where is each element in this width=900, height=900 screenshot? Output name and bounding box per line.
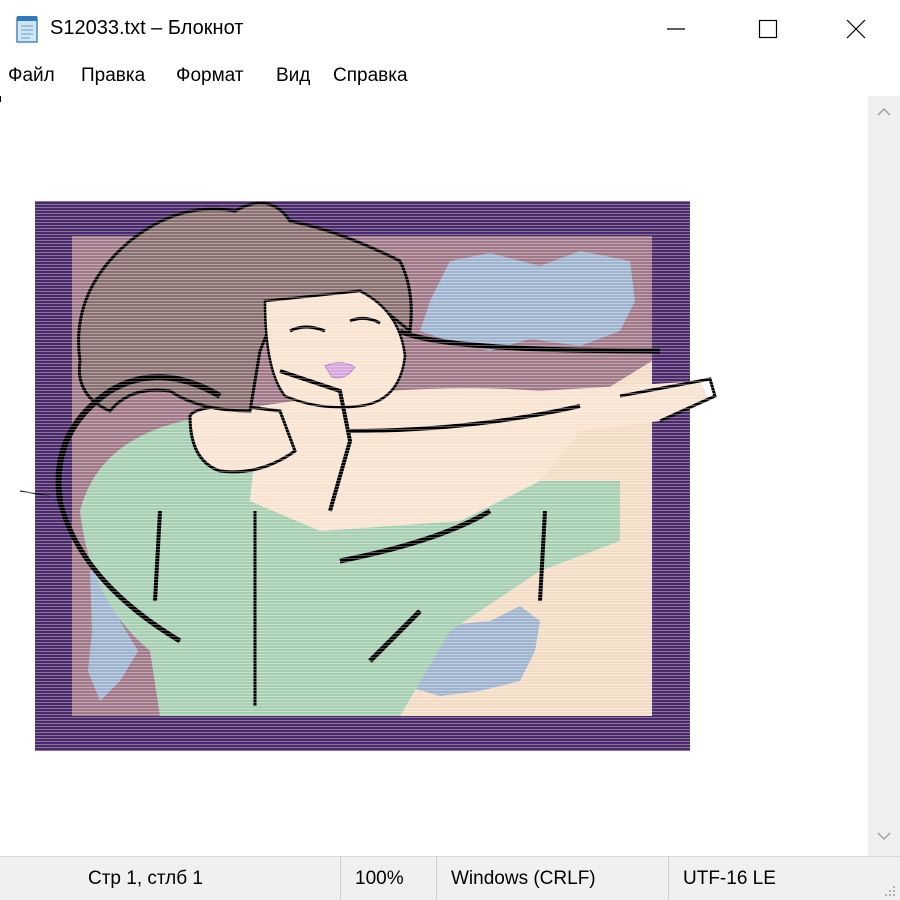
text-editor[interactable] xyxy=(0,96,868,856)
window-title: S12033.txt – Блокнот xyxy=(50,17,244,39)
notepad-icon xyxy=(16,16,38,43)
status-bar: Стр 1, стлб 1 100% Windows (CRLF) UTF-16… xyxy=(0,856,900,900)
text-caret xyxy=(0,96,1,102)
menu-edit[interactable]: Правка xyxy=(81,65,145,87)
menu-format[interactable]: Формат xyxy=(176,65,244,87)
minimize-icon xyxy=(667,28,685,30)
close-icon xyxy=(846,19,866,39)
menu-view[interactable]: Вид xyxy=(276,65,310,87)
menu-file[interactable]: Файл xyxy=(8,65,55,87)
menu-bar: Файл Правка Формат Вид Справка xyxy=(0,58,900,96)
maximize-button[interactable] xyxy=(722,0,814,58)
vertical-scrollbar[interactable] xyxy=(868,96,900,856)
scroll-down-arrow-icon[interactable] xyxy=(876,830,892,842)
resize-grip-icon[interactable] xyxy=(882,883,896,897)
title-bar[interactable]: S12033.txt – Блокнот xyxy=(0,0,900,58)
status-line-endings: Windows (CRLF) xyxy=(436,857,668,900)
ascii-art-illustration xyxy=(20,181,730,856)
status-position: Стр 1, стлб 1 xyxy=(88,868,203,889)
menu-help[interactable]: Справка xyxy=(333,65,408,87)
status-zoom: 100% xyxy=(340,857,436,900)
close-button[interactable] xyxy=(810,0,900,58)
scroll-up-arrow-icon[interactable] xyxy=(876,106,892,118)
status-encoding: UTF-16 LE xyxy=(668,857,868,900)
minimize-button[interactable] xyxy=(630,0,722,58)
maximize-icon xyxy=(758,19,778,39)
